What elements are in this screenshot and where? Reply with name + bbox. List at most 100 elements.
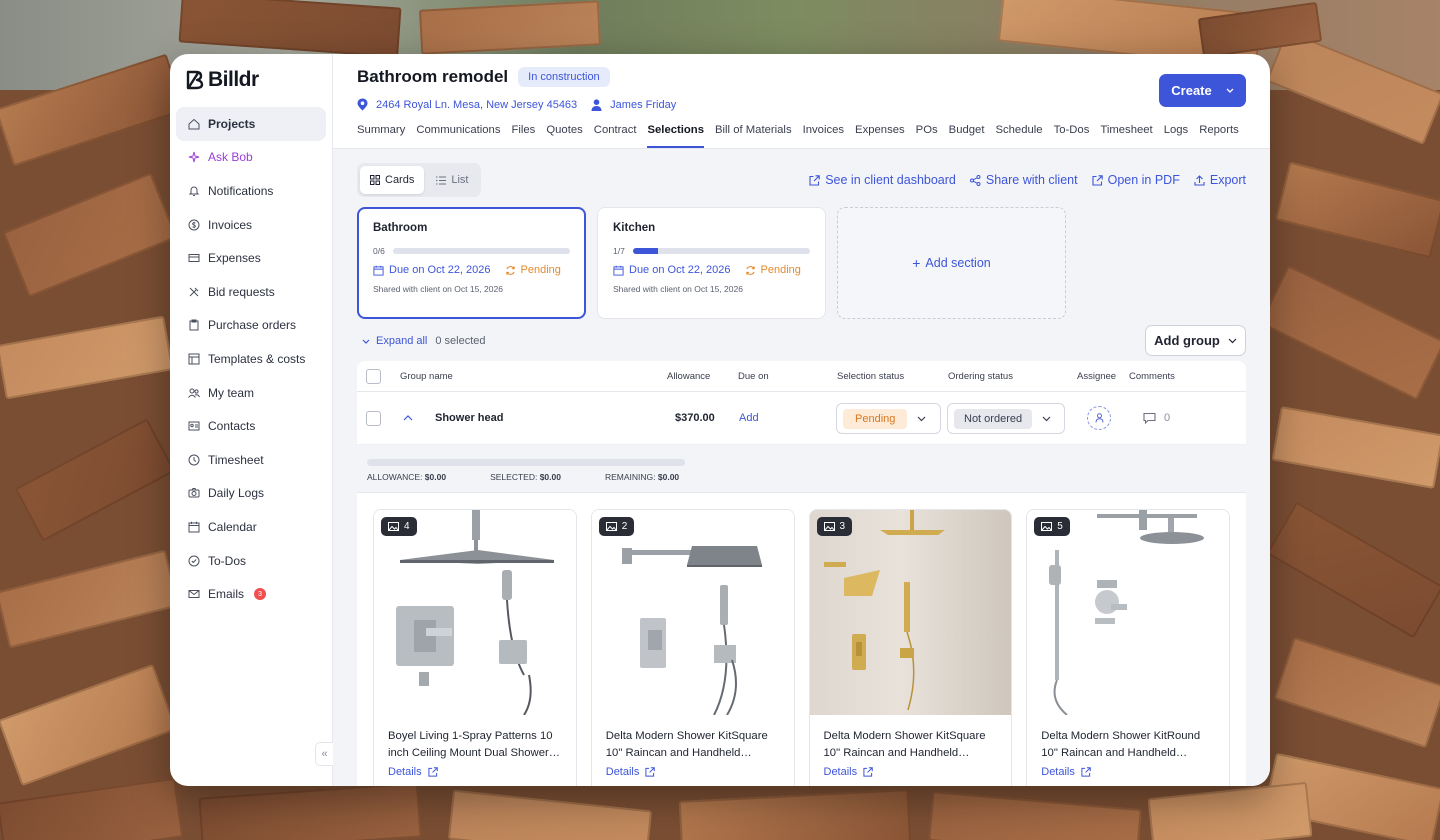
sidebar-item-purchase-orders[interactable]: Purchase orders: [176, 309, 326, 343]
product-image[interactable]: 4: [374, 510, 576, 715]
tab-budget[interactable]: Budget: [949, 124, 996, 148]
section-shared-date: Shared with client on Oct 15, 2026: [373, 284, 503, 294]
sidebar-item-daily-logs[interactable]: Daily Logs: [176, 477, 326, 511]
logo[interactable]: Billdr: [170, 68, 332, 92]
export-link[interactable]: Export: [1194, 173, 1246, 187]
chevron-down-icon: [917, 416, 926, 421]
tab-expenses[interactable]: Expenses: [855, 124, 916, 148]
product-image[interactable]: 3: [809, 510, 1012, 715]
header-selection-status[interactable]: Selection status: [837, 371, 904, 382]
sidebar-item-templates-costs[interactable]: Templates & costs: [176, 342, 326, 376]
tab-selections[interactable]: Selections: [647, 124, 704, 148]
product-details-link[interactable]: Details: [592, 763, 794, 778]
tab-invoices[interactable]: Invoices: [803, 124, 855, 148]
sidebar-item-contacts[interactable]: Contacts: [176, 409, 326, 443]
header-group-name[interactable]: Group name: [400, 371, 453, 382]
product-details-link[interactable]: Details: [374, 763, 576, 778]
tab-reports[interactable]: Reports: [1199, 124, 1250, 148]
external-link-icon: [645, 767, 656, 777]
product-details-link[interactable]: Details: [810, 763, 1012, 778]
selection-status-dropdown[interactable]: Pending: [836, 403, 941, 434]
tab-timesheet[interactable]: Timesheet: [1100, 124, 1163, 148]
tab-logs[interactable]: Logs: [1164, 124, 1200, 148]
client-name[interactable]: James Friday: [610, 99, 676, 111]
group-name[interactable]: Shower head: [435, 412, 503, 424]
section-title: Kitchen: [613, 222, 656, 234]
clock-icon: [188, 454, 200, 466]
project-address[interactable]: 2464 Royal Ln. Mesa, New Jersey 45463: [376, 99, 577, 111]
product-image[interactable]: 5: [1027, 510, 1229, 715]
tab-quotes[interactable]: Quotes: [546, 124, 593, 148]
chevron-down-icon: [1228, 338, 1237, 343]
product-image[interactable]: 2: [591, 510, 794, 715]
expand-all-button[interactable]: Expand all: [357, 335, 427, 347]
create-button[interactable]: Create: [1159, 74, 1246, 107]
sidebar-item-ask-bob[interactable]: Ask Bob: [176, 141, 326, 175]
add-due-date-link[interactable]: Add: [739, 412, 759, 424]
tab-bill-of-materials[interactable]: Bill of Materials: [715, 124, 803, 148]
row-checkbox[interactable]: [366, 411, 381, 426]
select-all-checkbox[interactable]: [366, 369, 381, 384]
tab-schedule[interactable]: Schedule: [995, 124, 1053, 148]
status-badge[interactable]: In construction: [518, 67, 610, 87]
product-details-link[interactable]: Details: [1027, 763, 1229, 778]
remaining-total: REMAINING: $0.00: [604, 472, 680, 482]
chevron-up-icon[interactable]: [403, 415, 413, 421]
sidebar-item-bid-requests[interactable]: Bid requests: [176, 275, 326, 309]
selections-table: Group name Allowance Due on Selection st…: [357, 361, 1246, 786]
tab-summary[interactable]: Summary: [357, 124, 416, 148]
add-group-button[interactable]: Add group: [1145, 325, 1246, 356]
header-assignee[interactable]: Assignee: [1077, 371, 1116, 382]
tab-files[interactable]: Files: [511, 124, 546, 148]
cards-view-button[interactable]: Cards: [360, 166, 425, 194]
see-client-dashboard-link[interactable]: See in client dashboard: [809, 173, 956, 187]
team-icon: [188, 387, 200, 399]
assignee-button[interactable]: [1087, 406, 1111, 430]
sidebar-item-label: Invoices: [208, 217, 253, 232]
list-view-button[interactable]: List: [426, 166, 478, 194]
header-ordering-status[interactable]: Ordering status: [948, 371, 1013, 382]
table-row[interactable]: Shower head $370.00 Add Pending Not orde…: [357, 392, 1246, 445]
ordering-status-dropdown[interactable]: Not ordered: [947, 403, 1065, 434]
selected-total: SELECTED: $0.00: [490, 472, 561, 482]
section-progress-bar: [392, 248, 570, 254]
sidebar-item-to-dos[interactable]: To-Dos: [176, 544, 326, 578]
product-card[interactable]: 2 Delta Modern Shower KitSquare 10" Rainc…: [590, 509, 795, 786]
open-pdf-link[interactable]: Open in PDF: [1092, 173, 1180, 187]
sidebar-item-label: Purchase orders: [208, 318, 297, 333]
section-cards: Bathroom 0/6 Due on Oct 22, 2026 Pending Sha…: [357, 207, 1246, 319]
product-name: Delta Modern Shower KitRound 10" Raincan…: [1041, 730, 1201, 759]
logo-text: Billdr: [208, 68, 259, 91]
add-section-button[interactable]: + Add section: [837, 207, 1066, 319]
tab-communications[interactable]: Communications: [416, 124, 511, 148]
comments-button[interactable]: 0: [1143, 412, 1170, 424]
product-card[interactable]: 5 Delta Modern Shower KitRound 10" Rainca…: [1026, 509, 1230, 786]
tab-contract[interactable]: Contract: [594, 124, 648, 148]
share-with-client-link[interactable]: Share with client: [969, 173, 1078, 187]
contacts-icon: [188, 420, 200, 432]
header-due-on[interactable]: Due on: [738, 371, 769, 382]
product-card[interactable]: 4 Boyel Living 1-Spray Patterns 10 inch C…: [373, 509, 577, 786]
sidebar-item-my-team[interactable]: My team: [176, 376, 326, 410]
sidebar-item-expenses[interactable]: Expenses: [176, 241, 326, 275]
tab-pos[interactable]: POs: [916, 124, 949, 148]
collapse-sidebar-button[interactable]: «: [315, 742, 333, 766]
section-due-date[interactable]: Due on Oct 22, 2026: [373, 264, 491, 276]
sidebar-item-notifications[interactable]: Notifications: [176, 174, 326, 208]
section-due-date[interactable]: Due on Oct 22, 2026: [613, 264, 731, 276]
sidebar-item-projects[interactable]: Projects: [176, 107, 326, 141]
section-card-kitchen[interactable]: Kitchen 1/7 Due on Oct 22, 2026 Pending Shar…: [597, 207, 826, 319]
sidebar-item-calendar[interactable]: Calendar: [176, 510, 326, 544]
product-card[interactable]: 3 Delta Modern Shower KitSquare 10" Rainc…: [808, 509, 1013, 786]
section-status[interactable]: Pending: [505, 264, 561, 276]
sidebar-item-invoices[interactable]: Invoices: [176, 208, 326, 242]
table-header: Group name Allowance Due on Selection st…: [357, 361, 1246, 392]
tab-to-dos[interactable]: To-Dos: [1054, 124, 1101, 148]
section-card-bathroom[interactable]: Bathroom 0/6 Due on Oct 22, 2026 Pending Sha…: [357, 207, 586, 319]
export-label: Export: [1209, 173, 1246, 187]
header-allowance[interactable]: Allowance: [667, 371, 710, 382]
header-comments[interactable]: Comments: [1129, 371, 1175, 382]
sidebar-item-timesheet[interactable]: Timesheet: [176, 443, 326, 477]
sidebar-item-emails[interactable]: Emails 3: [176, 577, 326, 611]
section-status[interactable]: Pending: [745, 264, 801, 276]
